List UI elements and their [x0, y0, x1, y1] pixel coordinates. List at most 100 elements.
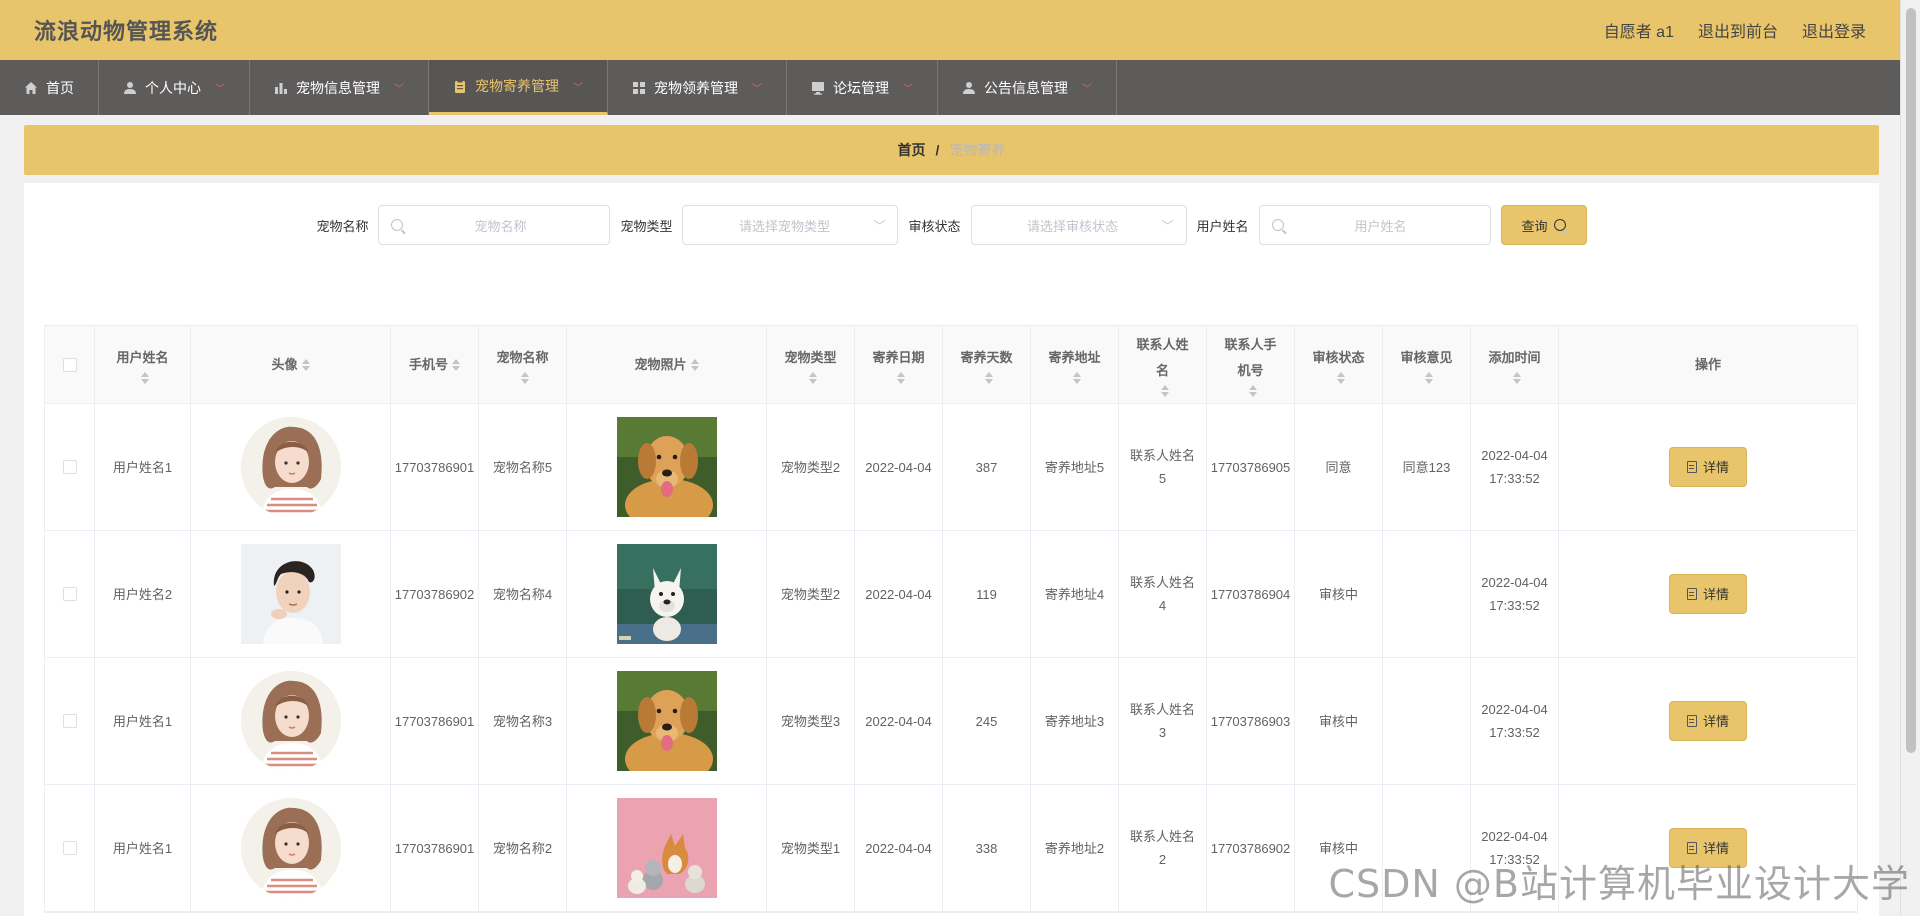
header-foster-address[interactable]: 寄养地址: [1031, 326, 1119, 403]
nav-pet-adoption-label: 宠物领养管理: [654, 79, 738, 96]
sort-icon[interactable]: [520, 371, 529, 385]
chevron-down-icon: ﹀: [573, 82, 583, 94]
pet-name-label: 宠物名称: [316, 218, 369, 234]
top-links: 自愿者 a1 退出到前台 退出登录: [1604, 18, 1866, 42]
nav-home[interactable]: 首页: [0, 60, 99, 115]
sort-icon[interactable]: [808, 371, 817, 385]
chevron-down-icon: ﹀: [1161, 218, 1174, 233]
cell-pet-photo: [567, 785, 767, 911]
sort-icon[interactable]: [1424, 371, 1433, 385]
logout-link[interactable]: 退出登录: [1802, 18, 1866, 42]
exit-to-front-link[interactable]: 退出到前台: [1698, 18, 1778, 42]
header-review-comment[interactable]: 审核意见: [1383, 326, 1471, 403]
sort-icon[interactable]: [690, 358, 699, 372]
nav-pet-adoption[interactable]: 宠物领养管理 ﹀: [608, 60, 787, 115]
pet-type-select[interactable]: 请选择宠物类型 ﹀: [682, 205, 899, 245]
row-select-cell: [45, 658, 95, 784]
sort-icon[interactable]: [1248, 384, 1257, 398]
nav-personal-center[interactable]: 个人中心 ﹀: [99, 60, 250, 115]
header-foster-date[interactable]: 寄养日期: [855, 326, 943, 403]
cell-pet-name: 宠物名称2: [479, 785, 567, 911]
detail-button-label: 详情: [1702, 459, 1729, 475]
header-contact-name[interactable]: 联系人姓名: [1119, 326, 1207, 403]
detail-button[interactable]: 详情: [1669, 447, 1747, 487]
row-select-cell: [45, 785, 95, 911]
nav-forum[interactable]: 论坛管理 ﹀: [787, 60, 938, 115]
detail-button-label: 详情: [1702, 586, 1729, 602]
cell-review-status: 审核中: [1295, 531, 1383, 657]
cell-phone: 17703786901: [391, 785, 479, 911]
sort-icon[interactable]: [1072, 371, 1081, 385]
row-select-cell: [45, 404, 95, 530]
header-pet-type[interactable]: 宠物类型: [767, 326, 855, 403]
row-select-cell: [45, 531, 95, 657]
header-phone[interactable]: 手机号: [391, 326, 479, 403]
user-icon: [962, 81, 976, 95]
sort-icon[interactable]: [140, 371, 149, 385]
pet-name-placeholder: 宠物名称: [474, 218, 527, 234]
search-form: 宠物名称 宠物名称 宠物类型 请选择宠物类型 ﹀ 审核状态 请选择审核状态 ﹀ …: [24, 205, 1879, 245]
row-checkbox[interactable]: [62, 714, 77, 728]
cell-foster-date: 2022-04-04: [855, 785, 943, 911]
header-foster-days[interactable]: 寄养天数: [943, 326, 1031, 403]
header-label: 操作: [1694, 356, 1721, 372]
header-review-status[interactable]: 审核状态: [1295, 326, 1383, 403]
cell-contact-name: 联系人姓名2: [1119, 785, 1207, 911]
detail-button[interactable]: 详情: [1669, 701, 1747, 741]
header-contact-phone[interactable]: 联系人手机号: [1207, 326, 1295, 403]
cell-added-time: 2022-04-04 17:33:52: [1471, 531, 1559, 657]
sort-icon[interactable]: [452, 358, 460, 372]
nav-pet-foster-label: 宠物寄养管理: [475, 78, 559, 94]
user-name-input[interactable]: 用户姓名: [1258, 205, 1491, 245]
top-header: 流浪动物管理系统 自愿者 a1 退出到前台 退出登录: [0, 0, 1900, 60]
table-row: 用户姓名1 17703786901 宠物名称3 宠物类型3 2022-04-04…: [45, 658, 1857, 785]
nav-pet-info[interactable]: 宠物信息管理 ﹀: [250, 60, 429, 115]
nav-announcements[interactable]: 公告信息管理 ﹀: [938, 60, 1117, 115]
header-label: 头像: [271, 356, 298, 372]
header-pet-name[interactable]: 宠物名称: [479, 326, 567, 403]
pet-name-input[interactable]: 宠物名称: [378, 205, 611, 245]
sort-icon[interactable]: [1336, 371, 1345, 385]
row-checkbox[interactable]: [62, 587, 77, 601]
cell-pet-type: 宠物类型2: [767, 531, 855, 657]
cell-user-name: 用户姓名1: [95, 404, 191, 530]
cell-contact-phone: 17703786904: [1207, 531, 1295, 657]
cell-actions: 详情: [1559, 531, 1857, 657]
query-button[interactable]: 查询: [1500, 205, 1587, 245]
sort-icon[interactable]: [301, 358, 310, 372]
cell-foster-address: 寄养地址5: [1031, 404, 1119, 530]
sort-icon[interactable]: [1160, 384, 1169, 398]
header-added-time[interactable]: 添加时间: [1471, 326, 1559, 403]
page-scrollbar[interactable]: [1900, 0, 1920, 916]
pet-type-label: 宠物类型: [620, 218, 673, 234]
select-all-checkbox[interactable]: [62, 357, 77, 372]
cell-pet-photo: [567, 531, 767, 657]
sort-icon[interactable]: [984, 371, 993, 385]
header-avatar[interactable]: 头像: [191, 326, 391, 403]
row-checkbox[interactable]: [62, 841, 77, 855]
header-actions: 操作: [1559, 326, 1857, 403]
table-row: 用户姓名1 17703786901 宠物名称5 宠物类型2 2022-04-04…: [45, 404, 1857, 531]
cell-foster-days: 119: [943, 531, 1031, 657]
cell-pet-photo: [567, 404, 767, 530]
breadcrumb-home[interactable]: 首页: [898, 140, 926, 160]
header-pet-photo[interactable]: 宠物照片: [567, 326, 767, 403]
breadcrumb-separator: /: [935, 142, 940, 158]
header-user-name[interactable]: 用户姓名: [95, 326, 191, 403]
cell-pet-type: 宠物类型2: [767, 404, 855, 530]
chevron-down-icon: ﹀: [752, 84, 762, 95]
sort-icon[interactable]: [1512, 371, 1521, 385]
scrollbar-thumb[interactable]: [1906, 8, 1916, 753]
cell-contact-name: 联系人姓名4: [1119, 531, 1207, 657]
detail-button[interactable]: 详情: [1669, 574, 1747, 614]
header-label: 宠物类型: [784, 349, 837, 365]
nav-pet-foster[interactable]: 宠物寄养管理 ﹀: [429, 60, 608, 115]
review-status-placeholder: 请选择审核状态: [1026, 218, 1118, 234]
search-icon: [1271, 219, 1284, 231]
header-label: 审核意见: [1400, 349, 1453, 365]
review-status-select[interactable]: 请选择审核状态 ﹀: [970, 205, 1187, 245]
sort-icon[interactable]: [896, 371, 905, 385]
row-checkbox[interactable]: [62, 460, 77, 474]
cell-review-status: 审核中: [1295, 658, 1383, 784]
cell-foster-days: 387: [943, 404, 1031, 530]
